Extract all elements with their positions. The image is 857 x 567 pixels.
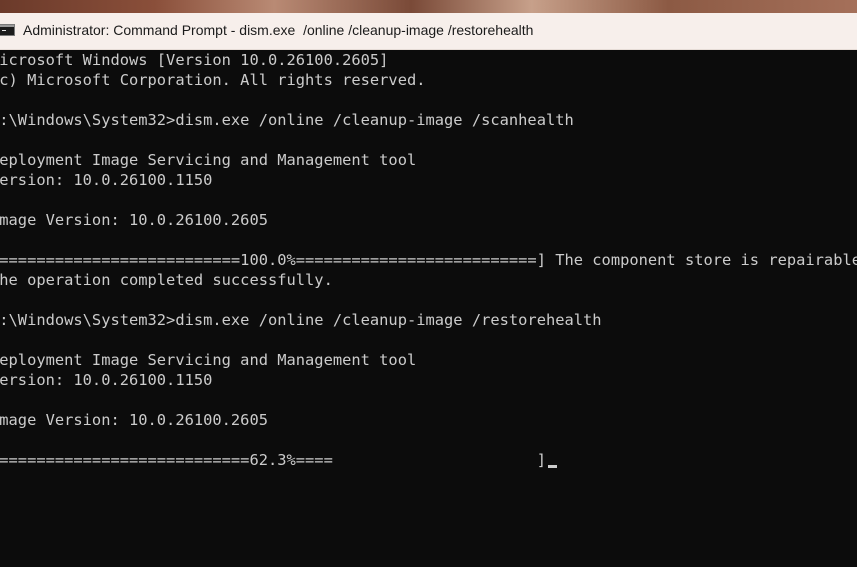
console-line: C:\Windows\System32>dism.exe /online /cl… [0,311,602,329]
console-line: (c) Microsoft Corporation. All rights re… [0,71,426,89]
console-line: Deployment Image Servicing and Managemen… [0,351,417,369]
window-title: Administrator: Command Prompt - dism.exe… [23,22,534,38]
progress-line-scanhealth: [==========================100.0%=======… [0,251,857,269]
console-line: The operation completed successfully. [0,271,333,289]
command-prompt-icon [0,24,15,36]
console-line: Version: 10.0.26100.1150 [0,371,213,389]
console-line: Microsoft Windows [Version 10.0.26100.26… [0,51,389,69]
window-titlebar[interactable]: Administrator: Command Prompt - dism.exe… [0,13,857,50]
console-line: C:\Windows\System32>dism.exe /online /cl… [0,111,574,129]
console-line: Version: 10.0.26100.1150 [0,171,213,189]
progress-text: [===========================62.3%==== ] [0,451,546,469]
console-output[interactable]: Microsoft Windows [Version 10.0.26100.26… [0,50,857,567]
console-line: Image Version: 10.0.26100.2605 [0,411,268,429]
console-line: Deployment Image Servicing and Managemen… [0,151,417,169]
progress-line-restorehealth: [===========================62.3%==== ] [0,450,557,470]
text-cursor [547,465,557,468]
desktop-wallpaper-strip [0,0,857,13]
console-line: Image Version: 10.0.26100.2605 [0,211,268,229]
